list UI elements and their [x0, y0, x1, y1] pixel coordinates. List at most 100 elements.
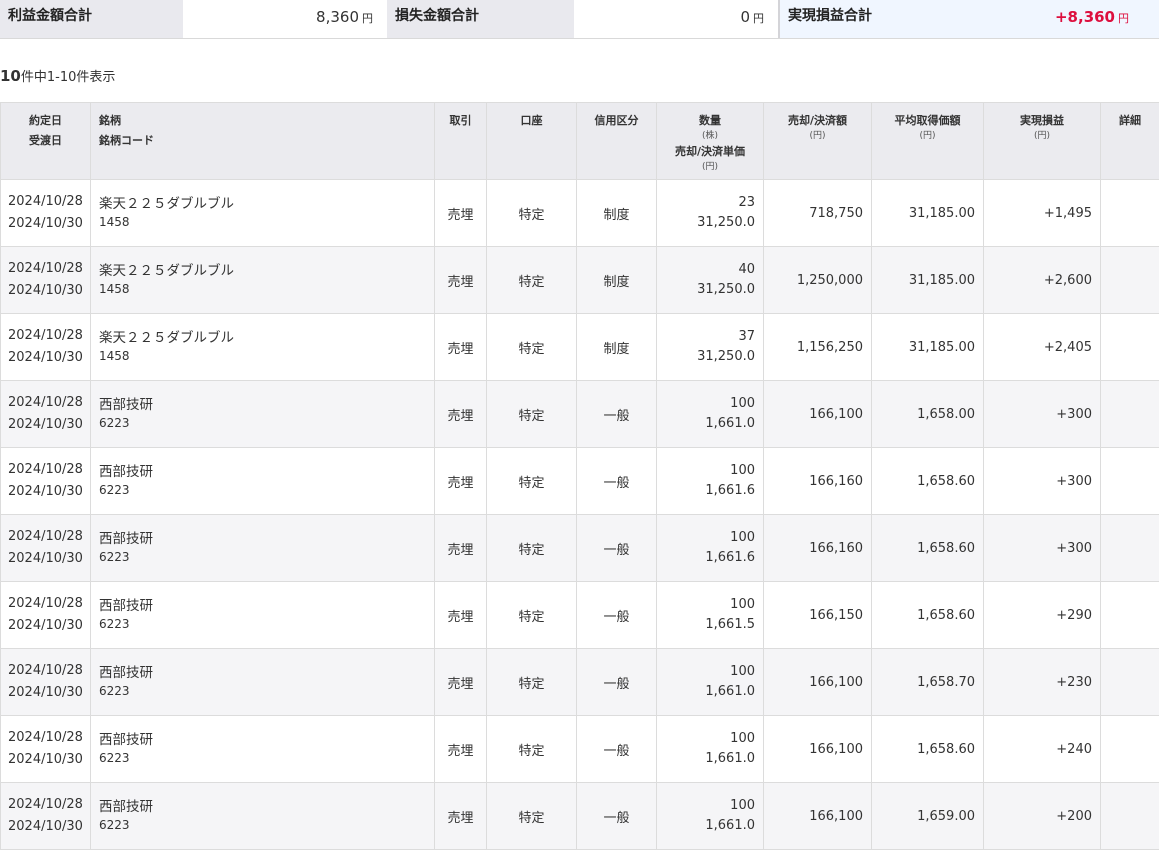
stock-code: 1458 [99, 214, 433, 231]
cell-quantity-price: 1001,661.0 [657, 783, 764, 850]
sell-amount: 166,160 [764, 448, 872, 515]
sell-price: 31,250.0 [658, 280, 755, 300]
realized-total-label: 実現損益合計 [780, 0, 952, 38]
result-total: 10 [0, 67, 21, 85]
trade-date: 2024/10/28 [8, 526, 89, 548]
margin-type: 制度 [577, 314, 657, 381]
cell-dates: 2024/10/282024/10/30 [1, 582, 91, 649]
cell-stock: 西部技研6223 [91, 515, 435, 582]
account-type: 特定 [487, 515, 577, 582]
avg-cost: 1,659.00 [872, 783, 984, 850]
cell-dates: 2024/10/282024/10/30 [1, 649, 91, 716]
col-sell-amount-unit: (円) [768, 131, 867, 142]
stock-code: 6223 [99, 750, 433, 767]
quantity: 100 [658, 729, 755, 749]
table-row: 2024/10/282024/10/30西部技研6223売埋特定一般1001,6… [1, 582, 1159, 649]
trade-type: 売埋 [435, 180, 487, 247]
cell-dates: 2024/10/282024/10/30 [1, 247, 91, 314]
margin-type: 制度 [577, 180, 657, 247]
trade-date: 2024/10/28 [8, 794, 89, 816]
margin-type: 一般 [577, 582, 657, 649]
cell-dates: 2024/10/282024/10/30 [1, 716, 91, 783]
trade-date: 2024/10/28 [8, 727, 89, 749]
col-account[interactable]: 口座 [487, 103, 577, 180]
col-dates[interactable]: 約定日 受渡日 [1, 103, 91, 180]
col-margin[interactable]: 信用区分 [577, 103, 657, 180]
cell-dates: 2024/10/282024/10/30 [1, 314, 91, 381]
col-sell-price-label: 売却/決済単価 [661, 142, 759, 162]
col-stock[interactable]: 銘柄 銘柄コード [91, 103, 435, 180]
realized-pl: +300 [984, 381, 1101, 448]
detail-cell [1101, 649, 1159, 716]
sell-price: 1,661.6 [658, 548, 755, 568]
realized-total-amount: +8,360 [1055, 8, 1115, 26]
cell-stock: 西部技研6223 [91, 783, 435, 850]
stock-name: 西部技研 [99, 798, 433, 817]
col-margin-label: 信用区分 [581, 111, 652, 131]
realized-pl: +230 [984, 649, 1101, 716]
realized-pl: +1,495 [984, 180, 1101, 247]
table-row: 2024/10/282024/10/30西部技研6223売埋特定一般1001,6… [1, 716, 1159, 783]
col-avg-cost[interactable]: 平均取得価額 (円) [872, 103, 984, 180]
cell-quantity-price: 2331,250.0 [657, 180, 764, 247]
stock-name: 楽天２２５ダブルブル [99, 329, 433, 348]
col-quantity-price[interactable]: 数量 (株) 売却/決済単価 (円) [657, 103, 764, 180]
cell-quantity-price: 1001,661.6 [657, 448, 764, 515]
trade-type: 売埋 [435, 515, 487, 582]
margin-type: 制度 [577, 247, 657, 314]
cell-dates: 2024/10/282024/10/30 [1, 448, 91, 515]
table-row: 2024/10/282024/10/30西部技研6223売埋特定一般1001,6… [1, 381, 1159, 448]
col-realized-pl[interactable]: 実現損益 (円) [984, 103, 1101, 180]
col-quantity-label: 数量 [661, 111, 759, 131]
trade-type: 売埋 [435, 314, 487, 381]
col-trade[interactable]: 取引 [435, 103, 487, 180]
realized-pl: +240 [984, 716, 1101, 783]
col-sell-amount-label: 売却/決済額 [768, 111, 867, 131]
table-row: 2024/10/282024/10/30西部技研6223売埋特定一般1001,6… [1, 783, 1159, 850]
profit-total-amount: 8,360 [316, 8, 359, 26]
detail-cell [1101, 515, 1159, 582]
realized-pl: +300 [984, 448, 1101, 515]
col-trade-date-label: 約定日 [5, 111, 86, 131]
table-row: 2024/10/282024/10/30西部技研6223売埋特定一般1001,6… [1, 649, 1159, 716]
cell-dates: 2024/10/282024/10/30 [1, 381, 91, 448]
detail-cell [1101, 180, 1159, 247]
detail-cell [1101, 247, 1159, 314]
col-delivery-date-label: 受渡日 [5, 131, 86, 151]
detail-cell [1101, 582, 1159, 649]
sell-price: 1,661.0 [658, 414, 755, 434]
quantity: 100 [658, 461, 755, 481]
cell-quantity-price: 1001,661.0 [657, 716, 764, 783]
avg-cost: 31,185.00 [872, 247, 984, 314]
col-stock-label: 銘柄 [99, 111, 430, 131]
cell-dates: 2024/10/282024/10/30 [1, 515, 91, 582]
cell-quantity-price: 1001,661.5 [657, 582, 764, 649]
avg-cost: 31,185.00 [872, 314, 984, 381]
yen-unit: 円 [362, 12, 373, 25]
account-type: 特定 [487, 448, 577, 515]
avg-cost: 1,658.00 [872, 381, 984, 448]
realized-pl: +2,405 [984, 314, 1101, 381]
quantity: 100 [658, 662, 755, 682]
trade-date: 2024/10/28 [8, 325, 89, 347]
realized-pl-table: 約定日 受渡日 銘柄 銘柄コード 取引 口座 信用区分 数量 (株) 売却/決済… [0, 102, 1159, 850]
col-sell-amount[interactable]: 売却/決済額 (円) [764, 103, 872, 180]
sell-amount: 1,250,000 [764, 247, 872, 314]
realized-total-value: +8,360円 [952, 0, 1159, 38]
cell-stock: 楽天２２５ダブルブル1458 [91, 180, 435, 247]
sell-price: 1,661.5 [658, 615, 755, 635]
delivery-date: 2024/10/30 [8, 347, 89, 369]
sell-price: 1,661.6 [658, 481, 755, 501]
cell-quantity-price: 4031,250.0 [657, 247, 764, 314]
loss-total-value: 0円 [574, 0, 778, 38]
sell-price: 31,250.0 [658, 347, 755, 367]
stock-code: 6223 [99, 616, 433, 633]
col-realized-pl-unit: (円) [988, 131, 1096, 142]
stock-code: 1458 [99, 348, 433, 365]
trade-date: 2024/10/28 [8, 191, 89, 213]
avg-cost: 1,658.70 [872, 649, 984, 716]
stock-name: 西部技研 [99, 664, 433, 683]
cell-quantity-price: 1001,661.0 [657, 649, 764, 716]
col-stock-code-label: 銘柄コード [99, 131, 430, 151]
stock-code: 1458 [99, 281, 433, 298]
